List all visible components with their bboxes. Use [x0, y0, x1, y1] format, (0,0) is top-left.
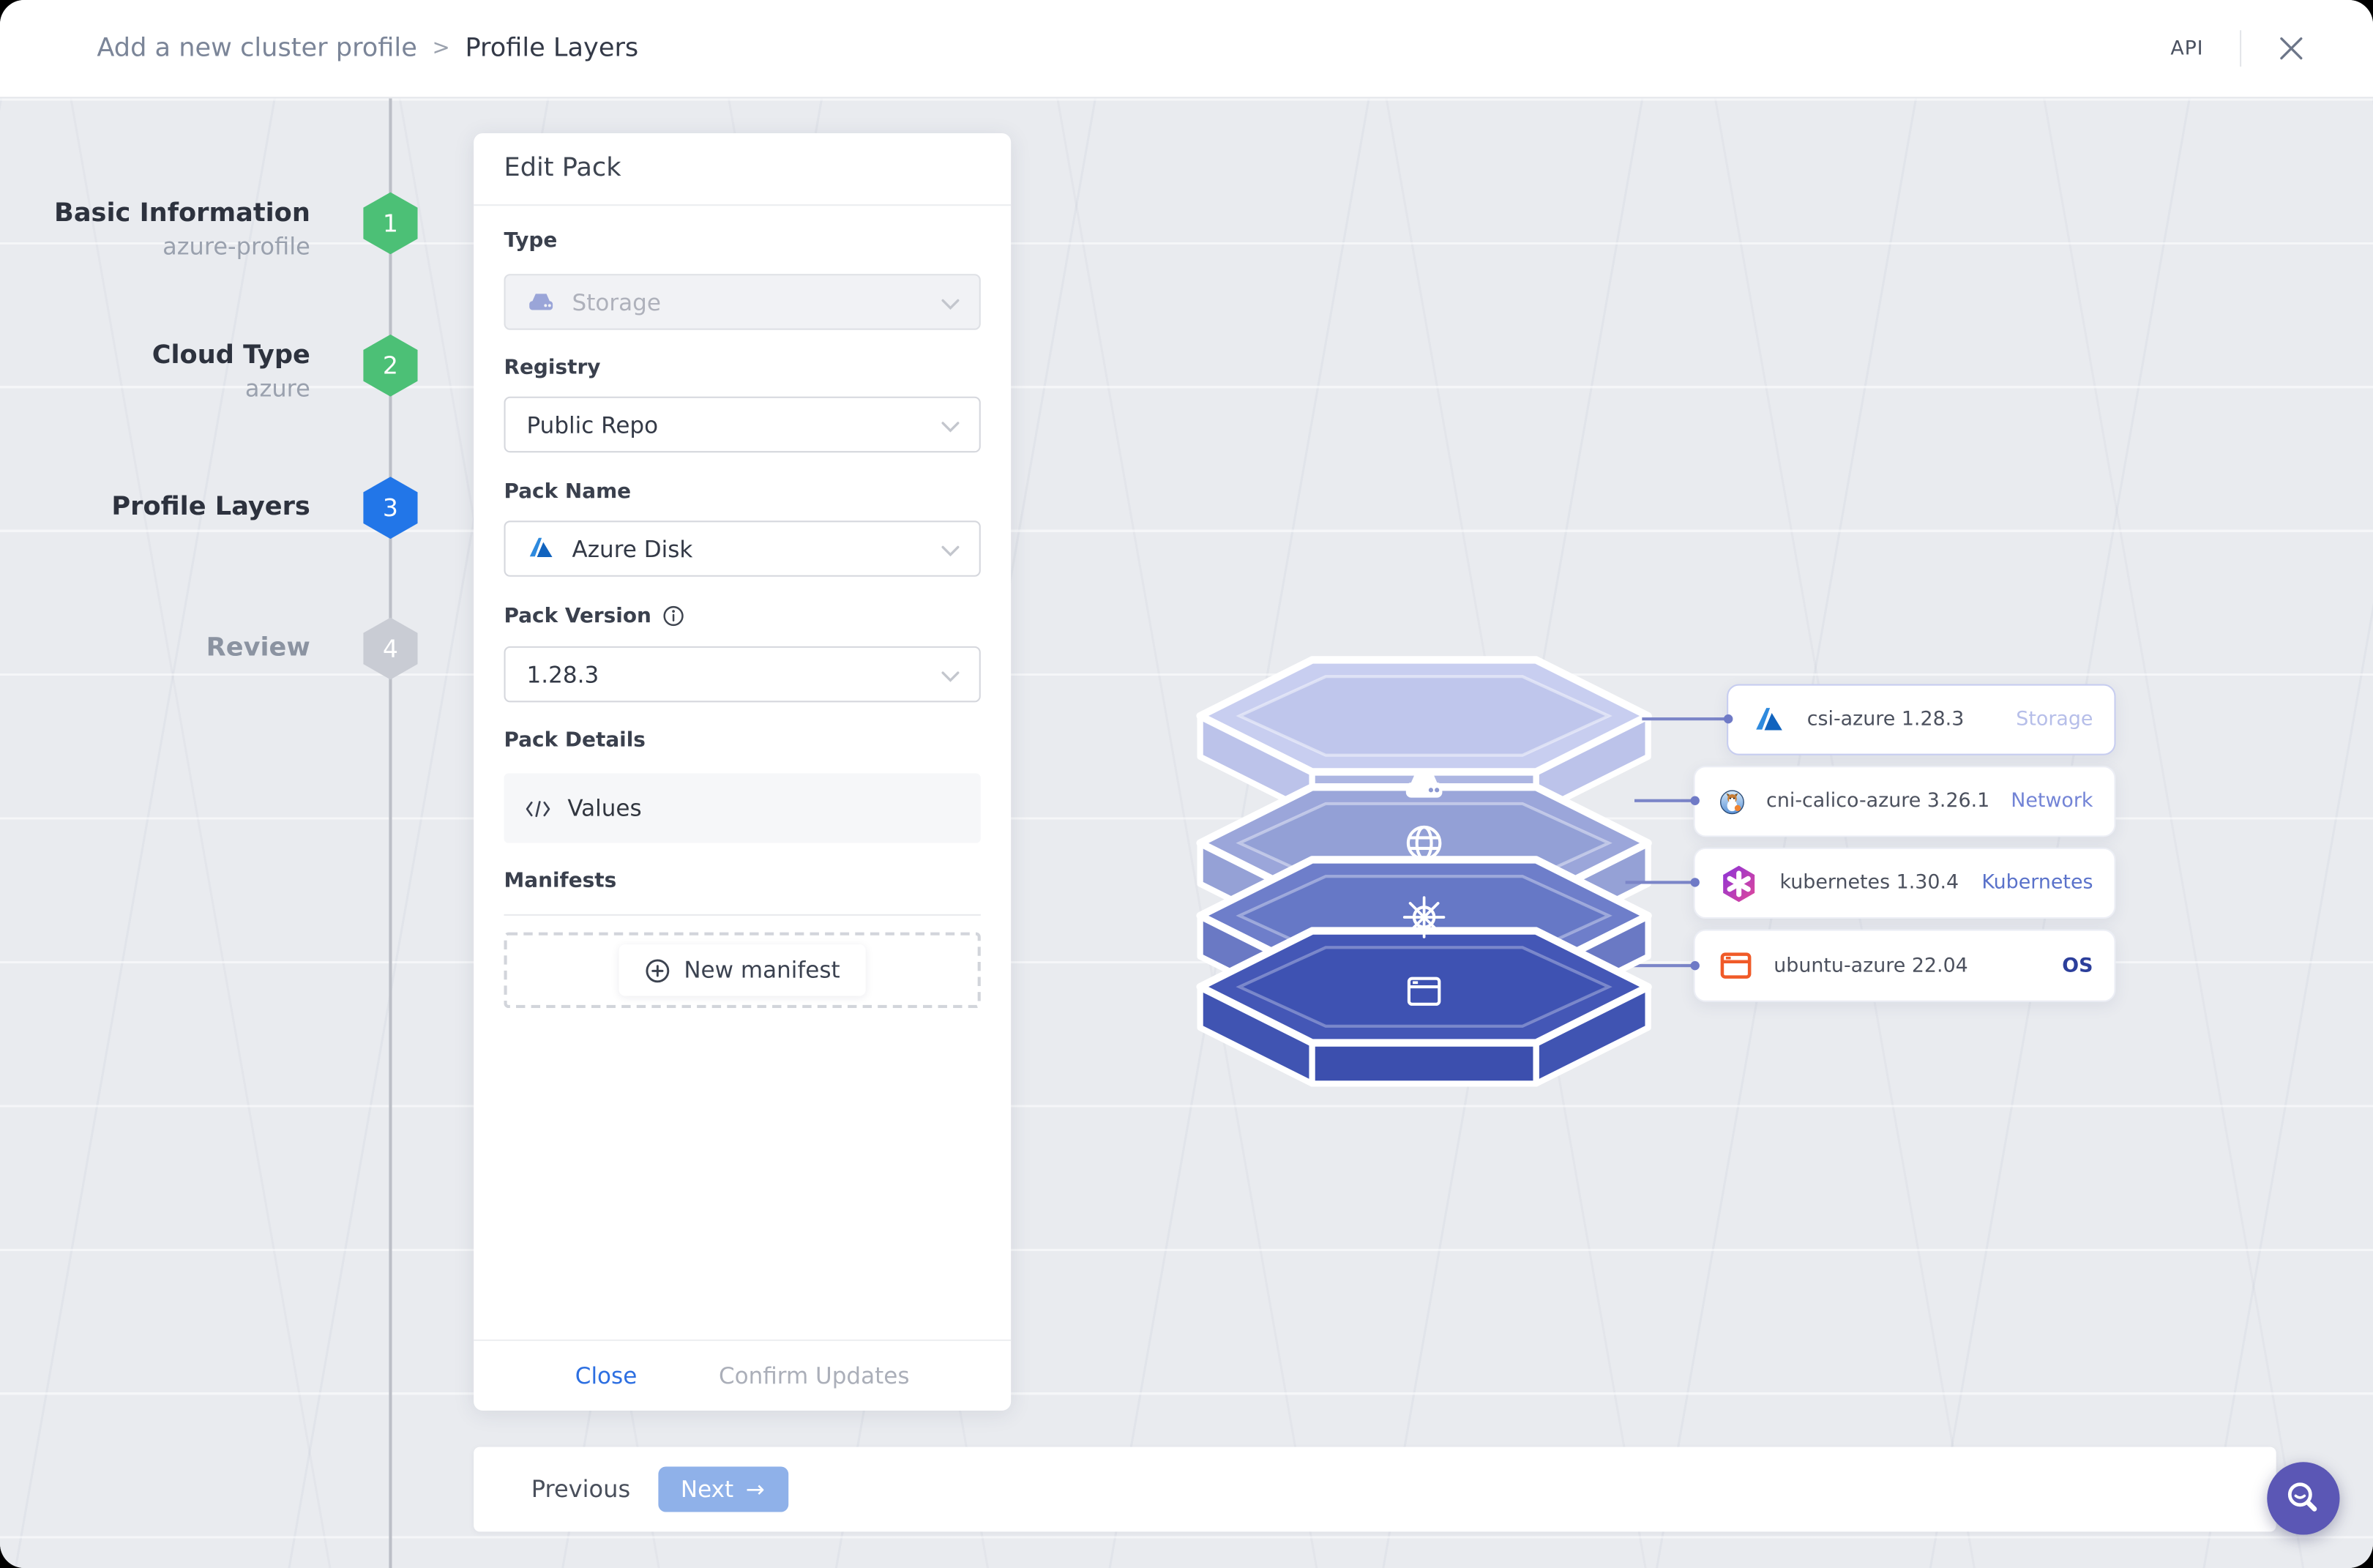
layer-card-kubernetes[interactable]: kubernetes 1.30.4 Kubernetes — [1693, 847, 2116, 919]
stepper-line — [389, 98, 392, 1568]
wizard-footer-bar: Previous Next → — [474, 1446, 2276, 1532]
type-label: Type — [504, 228, 558, 253]
layer-name: kubernetes 1.30.4 — [1779, 871, 1959, 895]
sidebar-step-cloud-type[interactable]: Cloud Type azure — [0, 339, 310, 406]
sidebar-step-basic-information[interactable]: Basic Information azure-profile — [0, 197, 310, 264]
code-icon — [526, 800, 550, 817]
step-number: 3 — [382, 493, 398, 523]
arrow-right-icon: → — [745, 1475, 765, 1504]
azure-icon — [529, 537, 553, 557]
app-window: Add a new cluster profile > Profile Laye… — [0, 0, 2373, 1568]
chevron-down-icon — [941, 410, 960, 438]
layer-card-cni-calico-azure[interactable]: cni-calico-azure 3.26.1 Network — [1693, 766, 2116, 837]
connector-line-storage — [1642, 717, 1730, 721]
step-number: 2 — [382, 351, 398, 380]
connector-dot — [1690, 878, 1700, 887]
step-number: 4 — [382, 634, 398, 663]
connector-dot — [1690, 796, 1700, 805]
chevron-down-icon — [941, 288, 960, 316]
sidebar-step-review[interactable]: Review — [0, 631, 310, 664]
step-hexagon-4[interactable]: 4 — [363, 617, 418, 680]
page-title: Profile Layers — [465, 33, 639, 64]
layer-category: Storage — [2016, 708, 2093, 731]
type-select[interactable]: Storage — [504, 274, 981, 330]
breadcrumb: Add a new cluster profile > Profile Laye… — [97, 33, 638, 63]
panel-title: Edit Pack — [474, 133, 1012, 206]
breadcrumb-parent[interactable]: Add a new cluster profile — [97, 33, 417, 63]
pack-name-label: Pack Name — [504, 479, 632, 504]
magnifier-smile-icon — [2287, 1482, 2317, 1512]
plus-circle-icon — [646, 958, 670, 982]
pack-name-select[interactable]: Azure Disk — [504, 520, 981, 577]
next-button[interactable]: Next → — [657, 1466, 788, 1512]
azure-icon — [1756, 707, 1782, 730]
manifests-divider — [504, 914, 981, 916]
registry-value: Public Repo — [526, 411, 659, 438]
new-manifest-label: New manifest — [684, 956, 840, 984]
previous-button[interactable]: Previous — [531, 1476, 630, 1503]
type-value: Storage — [572, 288, 661, 316]
step-title: Profile Layers — [111, 491, 310, 523]
connector-line-network — [1634, 799, 1697, 802]
connector-dot — [1690, 960, 1700, 971]
edit-pack-panel: Edit Pack Type Storage Registry Public R… — [474, 132, 1012, 1411]
step-title: Basic Information — [54, 198, 310, 229]
os-window-icon — [1407, 977, 1441, 1006]
pack-version-label-row: Pack Version — [504, 604, 685, 628]
pack-version-label: Pack Version — [504, 603, 651, 629]
step-number: 1 — [382, 209, 398, 238]
header: Add a new cluster profile > Profile Laye… — [0, 0, 2373, 99]
network-globe-icon — [1406, 825, 1442, 861]
layer-name: csi-azure 1.28.3 — [1806, 708, 1965, 731]
step-hexagon-2[interactable]: 2 — [363, 334, 418, 397]
storage-drive-icon — [529, 294, 553, 310]
manifests-dropzone: New manifest — [504, 932, 981, 1009]
step-subtitle: azure — [244, 375, 310, 403]
calico-icon — [1720, 789, 1744, 814]
pack-version-select[interactable]: 1.28.3 — [504, 646, 981, 703]
layer-name: ubuntu-azure 22.04 — [1774, 954, 1968, 977]
info-icon[interactable] — [663, 605, 684, 627]
layer-category: OS — [2062, 954, 2093, 977]
breadcrumb-separator: > — [432, 36, 450, 61]
layer-card-ubuntu-azure[interactable]: ubuntu-azure 22.04 OS — [1693, 929, 2116, 1002]
search-help-beacon-button[interactable] — [2267, 1462, 2340, 1535]
kubernetes-icon — [1723, 865, 1755, 902]
chevron-down-icon — [941, 534, 960, 563]
layer-card-csi-azure[interactable]: csi-azure 1.28.3 Storage — [1727, 684, 2116, 755]
pack-version-value: 1.28.3 — [526, 660, 599, 688]
close-button[interactable]: Close — [575, 1362, 638, 1389]
storage-drive-icon — [1405, 772, 1443, 798]
layer-category: Network — [2011, 790, 2093, 813]
header-divider — [2240, 30, 2242, 67]
step-title: Review — [206, 632, 310, 663]
pack-name-value: Azure Disk — [572, 534, 693, 563]
layer-category: Kubernetes — [1981, 871, 2093, 895]
content-area: Basic Information azure-profile 1 Cloud … — [0, 98, 2373, 1568]
panel-footer: Close Confirm Updates — [474, 1339, 1012, 1411]
registry-select[interactable]: Public Repo — [504, 396, 981, 453]
new-manifest-button[interactable]: New manifest — [619, 944, 866, 996]
ubuntu-icon — [1720, 952, 1752, 979]
layer-name: cni-calico-azure 3.26.1 — [1766, 790, 1990, 813]
registry-label: Registry — [504, 355, 601, 380]
step-title: Cloud Type — [152, 340, 310, 371]
values-row[interactable]: Values — [504, 773, 981, 843]
step-hexagon-1[interactable]: 1 — [363, 192, 418, 255]
step-subtitle: azure-profile — [162, 233, 310, 261]
api-button[interactable]: API — [2170, 37, 2203, 60]
manifests-label: Manifests — [504, 868, 617, 893]
connector-dot — [1723, 714, 1733, 724]
values-label: Values — [567, 794, 642, 822]
pack-details-label: Pack Details — [504, 728, 646, 753]
kubernetes-wheel-icon — [1402, 896, 1446, 938]
confirm-updates-button[interactable]: Confirm Updates — [719, 1362, 910, 1389]
next-button-label: Next — [680, 1475, 734, 1504]
header-actions: API — [2170, 30, 2305, 67]
step-hexagon-3[interactable]: 3 — [363, 477, 418, 540]
sidebar-step-profile-layers[interactable]: Profile Layers — [0, 490, 310, 523]
chevron-down-icon — [941, 660, 960, 688]
close-icon[interactable] — [2278, 35, 2305, 62]
